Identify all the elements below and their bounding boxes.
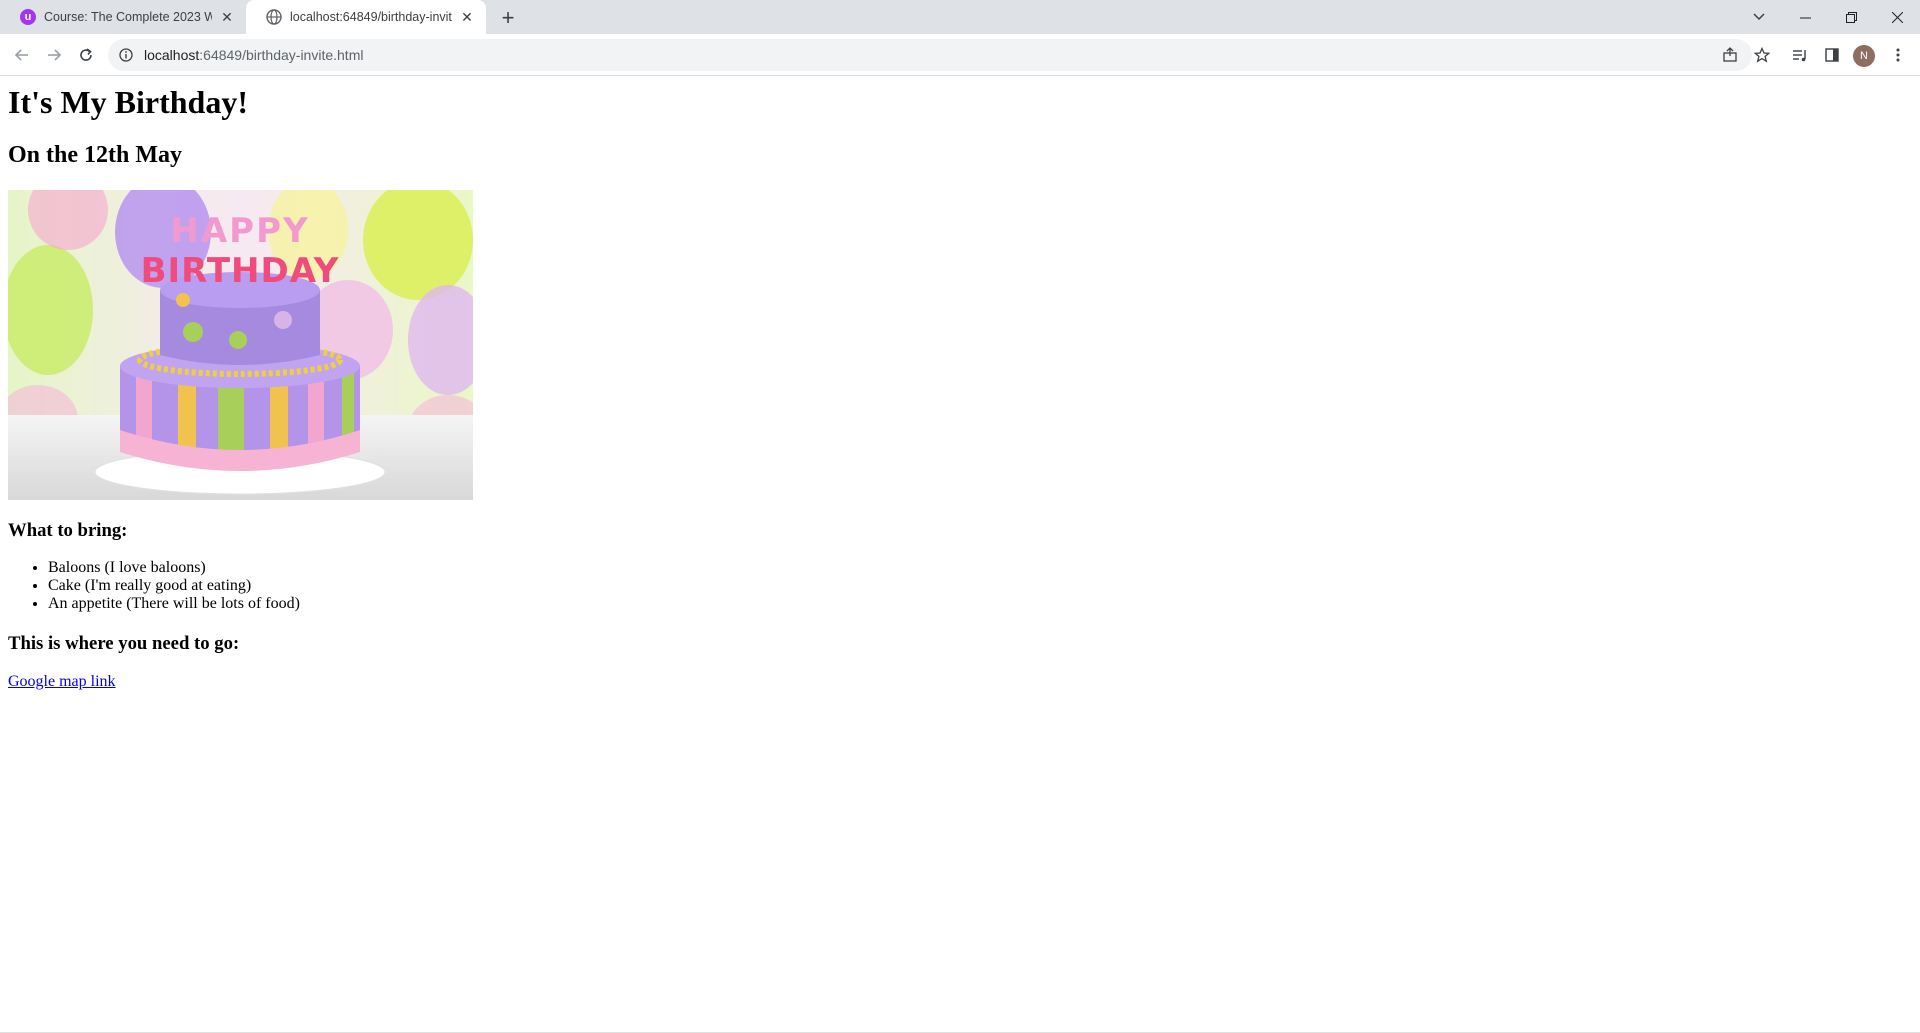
reading-list-button[interactable] xyxy=(1786,41,1814,69)
list-item: An appetite (There will be lots of food) xyxy=(48,595,300,613)
google-map-link[interactable]: Google map link xyxy=(8,673,116,691)
globe-icon xyxy=(266,9,282,25)
address-url: localhost:64849/birthday-invite.html xyxy=(144,47,363,63)
reload-button[interactable] xyxy=(72,41,100,69)
page-title: It's My Birthday! xyxy=(8,84,248,120)
share-button[interactable] xyxy=(1716,41,1744,69)
close-icon[interactable]: ✕ xyxy=(218,8,236,26)
menu-button[interactable] xyxy=(1884,41,1912,69)
restore-icon xyxy=(1845,11,1857,23)
location-heading: This is where you need to go: xyxy=(8,633,240,654)
close-icon xyxy=(1891,11,1903,23)
chevron-down-icon xyxy=(1753,13,1765,21)
side-panel-icon xyxy=(1825,48,1839,62)
udemy-icon: u xyxy=(20,9,36,25)
share-icon xyxy=(1723,47,1737,62)
list-item: Baloons (I love baloons) xyxy=(48,559,300,577)
forward-button[interactable] xyxy=(40,41,68,69)
tab-strip: u Course: The Complete 2023 Web ✕ localh… xyxy=(0,0,1920,34)
browser-toolbar: localhost:64849/birthday-invite.html N xyxy=(0,34,1920,76)
list-item: Cake (I'm really good at eating) xyxy=(48,577,300,595)
bring-heading: What to bring: xyxy=(8,520,128,541)
date-heading: On the 12th May xyxy=(8,142,182,168)
url-host: localhost xyxy=(144,47,200,63)
tab-title: Course: The Complete 2023 Web xyxy=(44,10,212,24)
tab-title: localhost:64849/birthday-invite.h xyxy=(290,10,452,24)
bring-list: Baloons (I love baloons) Cake (I'm reall… xyxy=(8,559,300,613)
restore-button[interactable] xyxy=(1828,0,1874,34)
svg-text:BIRTHDAY: BIRTHDAY xyxy=(141,251,340,291)
tab-course[interactable]: u Course: The Complete 2023 Web ✕ xyxy=(0,0,246,34)
tab-birthday-invite[interactable]: localhost:64849/birthday-invite.h ✕ xyxy=(246,0,486,34)
side-panel-button[interactable] xyxy=(1818,41,1846,69)
birthday-cake-image: HAPPY BIRTHDAY xyxy=(8,190,473,500)
new-tab-button[interactable]: + xyxy=(494,4,522,32)
svg-text:HAPPY: HAPPY xyxy=(170,211,309,251)
page-viewport: It's My Birthday! On the 12th May HAPPY … xyxy=(0,77,1920,1033)
minimize-button[interactable] xyxy=(1782,0,1828,34)
star-icon xyxy=(1754,47,1770,63)
url-path: :64849/birthday-invite.html xyxy=(199,47,364,63)
back-button[interactable] xyxy=(8,41,36,69)
tab-search-button[interactable] xyxy=(1742,0,1776,34)
profile-avatar[interactable]: N xyxy=(1853,45,1875,67)
window-controls xyxy=(1782,0,1920,34)
more-vert-icon xyxy=(1896,48,1900,62)
close-icon[interactable]: ✕ xyxy=(458,8,476,26)
minimize-icon xyxy=(1799,17,1811,18)
arrow-left-icon xyxy=(14,49,28,61)
plus-icon: + xyxy=(501,5,515,30)
playlist-icon xyxy=(1793,50,1806,62)
reload-icon xyxy=(80,48,92,61)
address-bar[interactable]: localhost:64849/birthday-invite.html xyxy=(108,39,1752,71)
close-window-button[interactable] xyxy=(1874,0,1920,34)
arrow-right-icon xyxy=(48,49,62,61)
bookmark-button[interactable] xyxy=(1748,41,1776,69)
info-icon[interactable] xyxy=(118,47,134,63)
